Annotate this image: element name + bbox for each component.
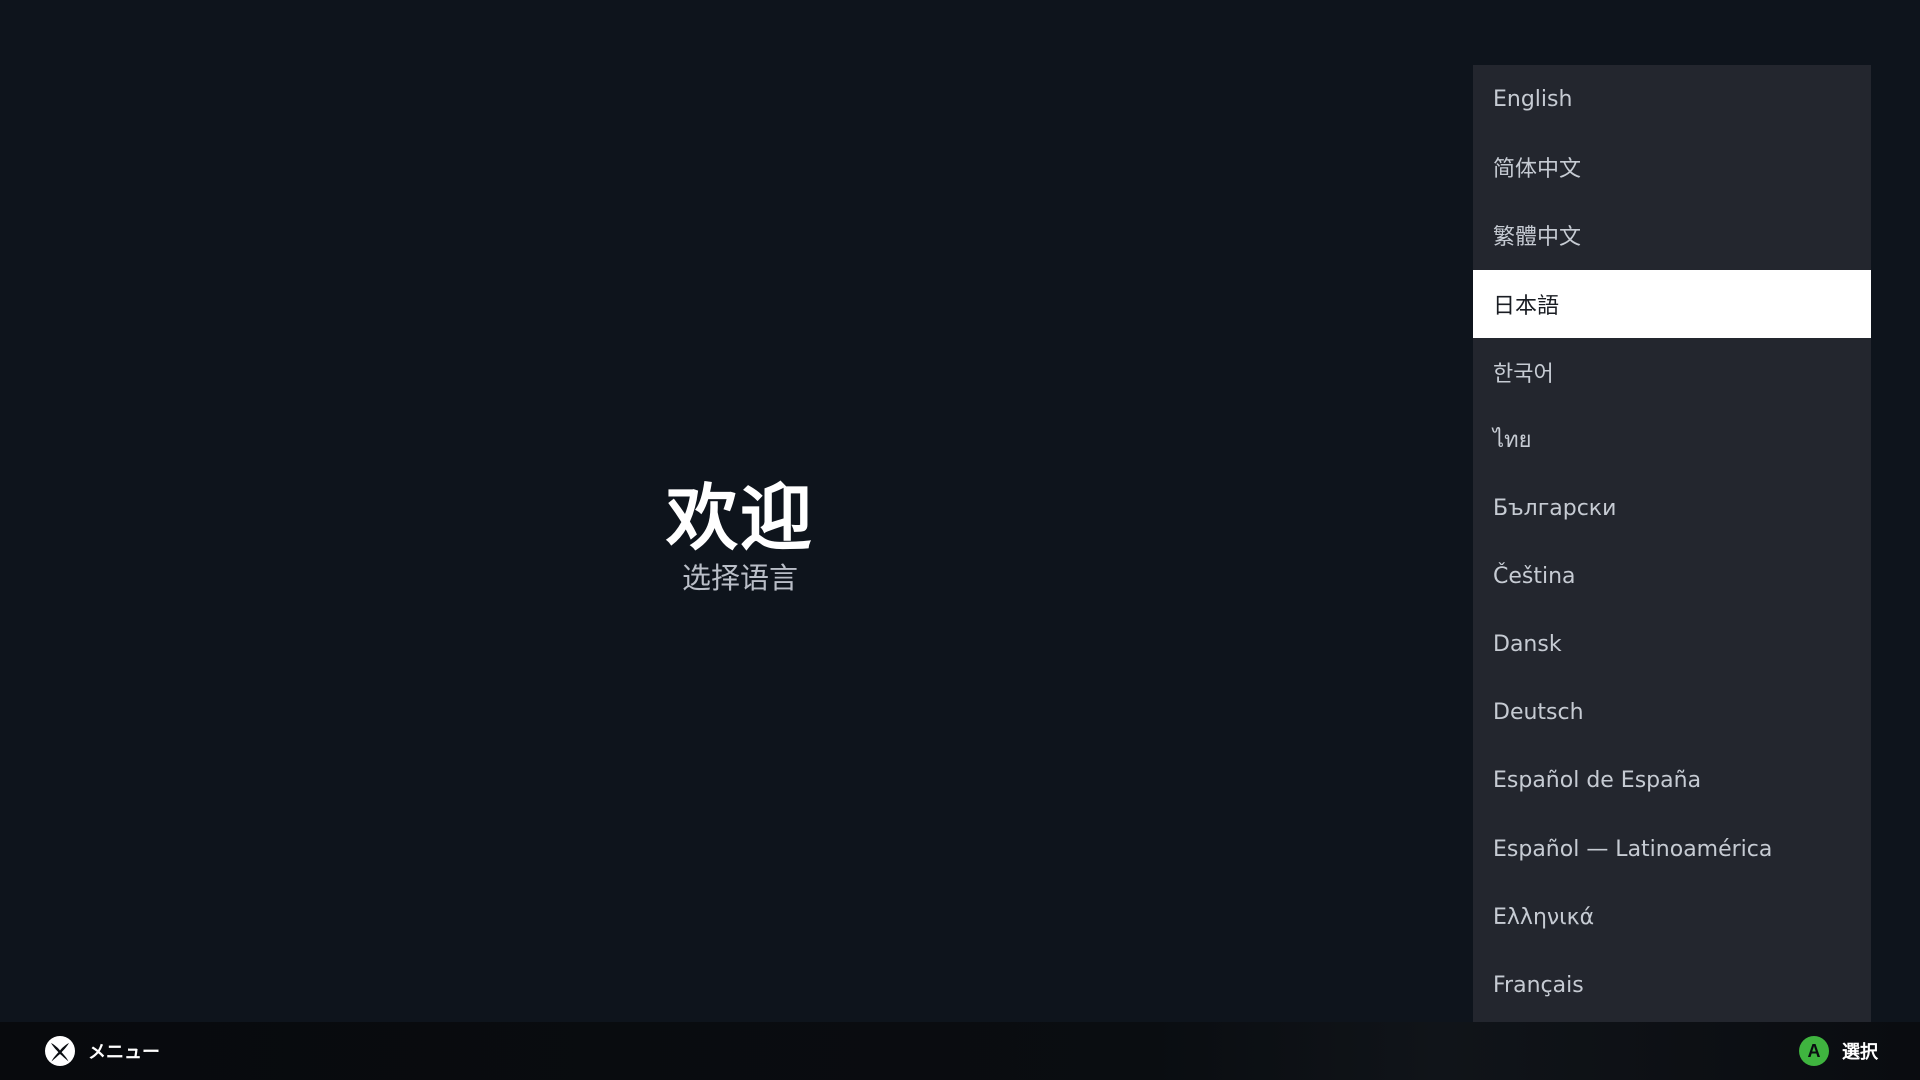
language-option-japanese[interactable]: 日本語	[1473, 269, 1871, 338]
language-option-spanish-latam[interactable]: Español — Latinoamérica	[1473, 815, 1871, 883]
language-option-german[interactable]: Deutsch	[1473, 679, 1871, 747]
language-option-spanish-spain[interactable]: Español de España	[1473, 747, 1871, 815]
select-hint-label: 選択	[1842, 1042, 1878, 1063]
language-option-english[interactable]: English	[1473, 65, 1871, 133]
xbox-icon	[44, 1035, 76, 1067]
select-hint[interactable]: A 選択	[1798, 1035, 1878, 1067]
welcome-block: 欢迎 选择语言	[665, 478, 815, 596]
a-button-letter: A	[1808, 1041, 1821, 1061]
a-button-icon: A	[1798, 1035, 1830, 1067]
footer-bar: メニュー A 選択	[0, 1022, 1920, 1080]
welcome-subtitle: 选择语言	[681, 561, 798, 595]
language-option-french[interactable]: Français	[1473, 951, 1871, 1019]
language-option-czech[interactable]: Čeština	[1473, 542, 1871, 610]
language-select-screen: 欢迎 选择语言 English 简体中文 繁體中文 日本語 한국어 ไทย Бъ…	[0, 0, 1920, 1080]
welcome-title: 欢迎	[665, 475, 814, 560]
language-option-korean[interactable]: 한국어	[1473, 338, 1871, 406]
language-option-greek[interactable]: Ελληνικά	[1473, 883, 1871, 951]
language-option-traditional-chinese[interactable]: 繁體中文	[1473, 201, 1871, 269]
language-option-simplified-chinese[interactable]: 简体中文	[1473, 133, 1871, 201]
menu-hint[interactable]: メニュー	[44, 1035, 160, 1067]
language-list: English 简体中文 繁體中文 日本語 한국어 ไทย Български …	[1473, 65, 1871, 1019]
language-option-thai[interactable]: ไทย	[1473, 406, 1871, 474]
menu-hint-label: メニュー	[88, 1042, 160, 1063]
language-list-panel[interactable]: English 简体中文 繁體中文 日本語 한국어 ไทย Български …	[1473, 65, 1871, 1022]
language-option-danish[interactable]: Dansk	[1473, 611, 1871, 679]
language-option-bulgarian[interactable]: Български	[1473, 474, 1871, 542]
